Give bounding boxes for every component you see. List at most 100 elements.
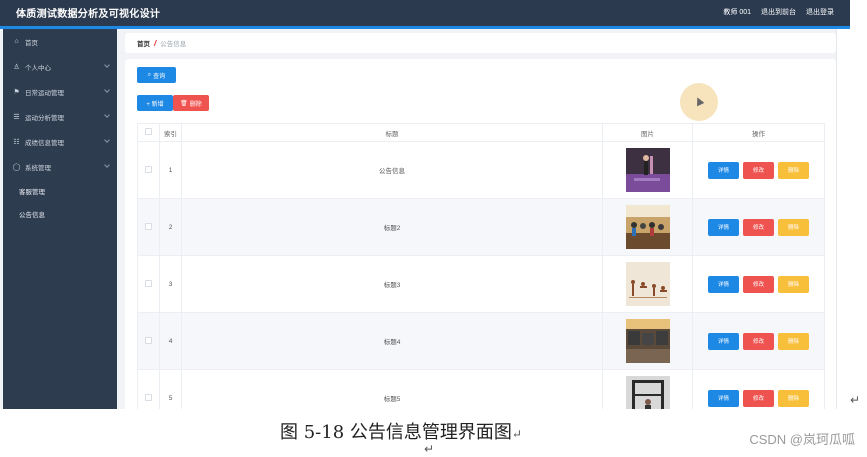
sidebar-subitem-customer-service[interactable]: 客服管理 <box>3 179 117 202</box>
table-row: 4 标题4 详情 修改 删除 <box>137 312 825 370</box>
detail-button[interactable]: 详情 <box>708 161 739 179</box>
edit-button[interactable]: 修改 <box>743 389 774 407</box>
figure-caption-area: ↵ 图 5-18 公告信息管理界面图↵ ↵ CSDN @岚珂瓜呱 <box>0 393 867 457</box>
search-button[interactable]: ⌕ 查询 <box>137 67 176 83</box>
chevron-down-icon <box>104 162 110 168</box>
sidebar-item-exercise-analysis[interactable]: ☰ 运动分析管理 <box>3 104 117 129</box>
row-checkbox[interactable] <box>145 393 152 401</box>
empty-paragraph-mark: ↵ <box>424 442 435 456</box>
row-select-cell <box>137 255 160 313</box>
table-row: 2 标题2 详情 修改 删除 <box>137 198 825 256</box>
row-select-cell <box>137 369 160 409</box>
sidebar-subitem-announcements[interactable]: 公告信息 <box>3 202 117 225</box>
search-button-label: 查询 <box>153 73 166 80</box>
detail-button[interactable]: 详情 <box>708 275 739 293</box>
row-image-gym-class <box>625 205 670 249</box>
breadcrumb-current: 公告信息 <box>160 41 187 48</box>
batch-delete-label: 删除 <box>189 101 202 108</box>
detail-button[interactable]: 详情 <box>708 218 739 236</box>
column-header-title: 标题 <box>181 123 603 142</box>
edit-button[interactable]: 修改 <box>743 332 774 350</box>
row-image-cell <box>602 369 693 409</box>
row-actions-cell: 详情 修改 删除 <box>692 141 825 199</box>
edit-button[interactable]: 修改 <box>743 161 774 179</box>
row-checkbox[interactable] <box>145 222 152 230</box>
row-image-cell <box>602 198 693 256</box>
trash-icon: 🗑 <box>180 100 188 107</box>
home-icon: ⌂ <box>14 38 19 45</box>
detail-button[interactable]: 详情 <box>708 332 739 350</box>
sidebar-item-profile[interactable]: ♙ 个人中心 <box>3 54 117 79</box>
caption-text: 图 5-18 公告信息管理界面图 <box>280 422 512 443</box>
user-icon: ♙ <box>13 63 20 71</box>
sliders-icon: ☷ <box>13 138 20 146</box>
row-actions-cell: 详情 修改 删除 <box>692 312 825 370</box>
breadcrumb-home[interactable]: 首页 <box>137 38 150 48</box>
detail-button[interactable]: 详情 <box>708 389 739 407</box>
chevron-down-icon <box>104 87 110 93</box>
sidebar-item-label: 成绩信息管理 <box>25 139 64 147</box>
edit-button[interactable]: 修改 <box>743 218 774 236</box>
row-checkbox[interactable] <box>145 279 152 287</box>
column-header-actions: 操作 <box>692 123 825 142</box>
select-all-cell[interactable] <box>137 123 160 142</box>
column-header-image: 图片 <box>602 123 693 142</box>
current-user: 教师 001 <box>723 9 751 16</box>
row-actions-cell: 详情 修改 删除 <box>692 255 825 313</box>
content-panel: ⌕ 查询 + 新增 🗑 删除 索引 标题 图片 操作 1 公告信息 详情 修改 … <box>125 59 836 409</box>
row-select-cell <box>137 141 160 199</box>
breadcrumb: 首页 / 公告信息 <box>125 33 836 53</box>
add-button[interactable]: + 新增 <box>137 95 173 111</box>
row-index: 1 <box>159 141 182 199</box>
back-to-frontend-link[interactable]: 退出到前台 <box>761 7 796 17</box>
edit-button[interactable]: 修改 <box>743 275 774 293</box>
row-actions-cell: 详情 修改 删除 <box>692 369 825 409</box>
sidebar-item-home[interactable]: ⌂ 首页 <box>3 29 117 54</box>
row-title: 标题4 <box>181 312 603 370</box>
row-index: 4 <box>159 312 182 370</box>
row-checkbox[interactable] <box>145 165 152 173</box>
sidebar-item-label: 日常运动管理 <box>25 89 64 97</box>
delete-button[interactable]: 删除 <box>778 161 809 179</box>
sidebar-item-system[interactable]: ◯ 系统管理 <box>3 154 117 179</box>
table-row: 5 标题5 详情 修改 删除 <box>137 369 825 409</box>
sidebar-item-label: 运动分析管理 <box>25 114 64 122</box>
row-image-weight-rack <box>625 376 670 409</box>
select-all-checkbox[interactable] <box>145 128 152 135</box>
sidebar-item-label: 系统管理 <box>25 164 51 172</box>
row-select-cell <box>137 198 160 256</box>
sidebar-item-daily-exercise[interactable]: ⚑ 日常运动管理 <box>3 79 117 104</box>
table-header-row: 索引 标题 图片 操作 <box>137 123 825 142</box>
top-navbar: 体质测试数据分析及可视化设计 教师 001 退出到前台 退出登录 <box>0 0 850 26</box>
row-image-cell <box>602 141 693 199</box>
row-image-gym-interior <box>625 319 670 363</box>
app-screenshot: 体质测试数据分析及可视化设计 教师 001 退出到前台 退出登录 ⌂ 首页 ♙ … <box>0 0 850 409</box>
batch-delete-button[interactable]: 🗑 删除 <box>173 95 209 111</box>
page-scrollbar[interactable] <box>836 29 850 409</box>
row-title: 标题2 <box>181 198 603 256</box>
delete-button[interactable]: 删除 <box>778 389 809 407</box>
row-image-yoga-poster <box>625 262 670 306</box>
row-checkbox[interactable] <box>145 336 152 344</box>
delete-button[interactable]: 删除 <box>778 275 809 293</box>
row-title: 标题5 <box>181 369 603 409</box>
breadcrumb-separator: / <box>154 38 157 48</box>
logout-link[interactable]: 退出登录 <box>806 7 834 17</box>
delete-button[interactable]: 删除 <box>778 332 809 350</box>
announcement-table: 索引 标题 图片 操作 1 公告信息 详情 修改 删除 2 标题2 详情 修改 … <box>137 123 825 409</box>
flag-icon: ⚑ <box>13 88 20 96</box>
sidebar-item-score-info[interactable]: ☷ 成绩信息管理 <box>3 129 117 154</box>
sidebar-item-label: 首页 <box>25 39 38 47</box>
table-row: 1 公告信息 详情 修改 删除 <box>137 141 825 199</box>
sidebar-item-label: 个人中心 <box>25 64 51 72</box>
circle-icon: ◯ <box>12 163 21 171</box>
row-image-cell <box>602 255 693 313</box>
watermark: CSDN @岚珂瓜呱 <box>749 432 855 447</box>
chevron-down-icon <box>104 62 110 68</box>
delete-button[interactable]: 删除 <box>778 218 809 236</box>
chevron-down-icon <box>104 137 110 143</box>
list-icon: ☰ <box>13 113 20 121</box>
row-index: 3 <box>159 255 182 313</box>
row-actions-cell: 详情 修改 删除 <box>692 198 825 256</box>
row-index: 5 <box>159 369 182 409</box>
